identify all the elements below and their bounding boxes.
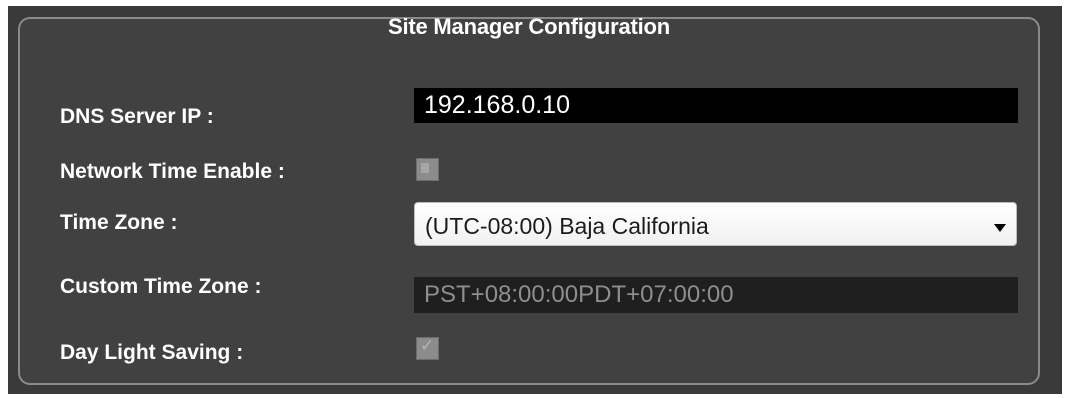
time-zone-selected-value: (UTC-08:00) Baja California (425, 213, 709, 239)
panel-title: Site Manager Configuration (387, 14, 671, 39)
checkmark-icon: ✓ (420, 336, 435, 356)
site-manager-panel (18, 17, 1040, 385)
custom-time-zone-input[interactable] (414, 277, 1018, 313)
page: Site Manager Configuration DNS Server IP… (0, 0, 1068, 398)
dns-server-ip-input[interactable] (414, 88, 1018, 123)
chevron-down-icon (994, 224, 1006, 232)
day-light-saving-checkbox[interactable]: ✓ (416, 336, 439, 360)
dns-server-ip-label: DNS Server IP : (60, 105, 214, 128)
custom-time-zone-label: Custom Time Zone : (60, 275, 262, 298)
network-time-enable-label: Network Time Enable : (60, 160, 285, 183)
network-time-enable-checkbox[interactable] (416, 158, 439, 181)
time-zone-select[interactable]: (UTC-08:00) Baja California (414, 202, 1017, 246)
time-zone-label: Time Zone : (60, 211, 178, 234)
checkbox-inner (421, 163, 429, 173)
day-light-saving-label: Day Light Saving : (60, 341, 244, 364)
